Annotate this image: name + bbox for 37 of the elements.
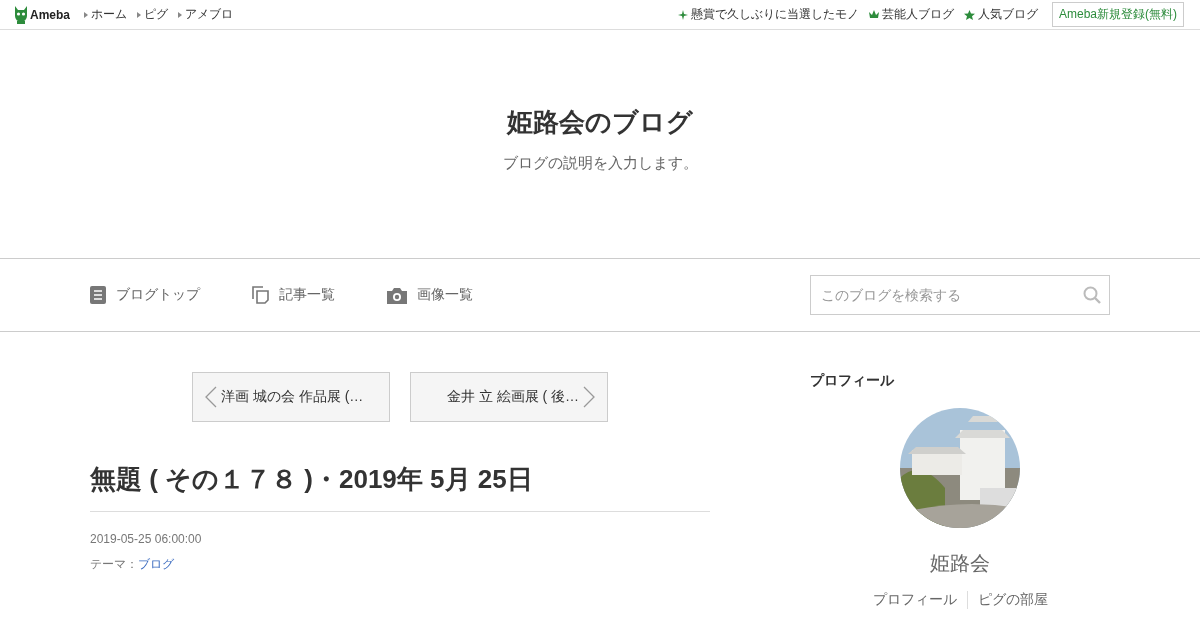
top-link[interactable]: 芸能人ブログ [869,6,954,23]
chevron-left-icon [205,386,217,408]
top-link[interactable]: 人気ブログ [964,6,1038,23]
previous-post-button[interactable]: 洋画 城の会 作品展 (… [192,372,390,422]
top-link[interactable]: アメブロ [178,6,233,23]
signup-button[interactable]: Ameba新規登録(無料) [1052,2,1184,27]
triangle-icon [84,11,88,18]
nav-link[interactable]: ブログトップ [90,286,200,304]
blog-description: ブログの説明を入力します。 [502,154,698,173]
crown-icon [869,10,879,19]
logo-text[interactable]: Ameba [30,7,70,22]
profile-link[interactable]: ピグの部屋 [966,591,1058,609]
triangle-icon [137,11,141,18]
search-icon[interactable] [1083,286,1101,304]
document-icon [90,286,106,304]
post-date: 2019-05-25 06:00:00 [90,532,203,546]
top-link[interactable]: ピグ [137,6,168,23]
theme-label: テーマ： [90,557,138,571]
profile-link[interactable]: プロフィール [862,591,967,609]
profile-name: 姫路会 [930,551,990,576]
logo-icon [14,5,28,24]
camera-icon [387,286,407,304]
top-link[interactable]: 懸賞で久しぶりに当選したモノ [678,6,859,23]
chevron-right-icon [583,386,595,408]
triangle-icon [178,11,182,18]
nav-link[interactable]: 記事一覧 [252,286,335,304]
next-post-button[interactable]: 金井 立 絵画展 ( 後… [410,372,608,422]
nav-link[interactable]: 画像一覧 [387,286,473,304]
star-icon [964,9,975,20]
top-link[interactable]: ホーム [84,6,127,23]
theme-link[interactable]: ブログ [138,557,174,571]
blog-title[interactable]: 姫路会のブログ [507,105,693,140]
search-field[interactable]: このブログを検索する [810,275,1110,315]
article-title: 無題 ( その１７８ )・2019年 5月 25日 [90,462,710,512]
copy-icon [252,286,269,304]
sparkle-icon [678,9,688,20]
profile-heading: プロフィール [810,372,895,390]
